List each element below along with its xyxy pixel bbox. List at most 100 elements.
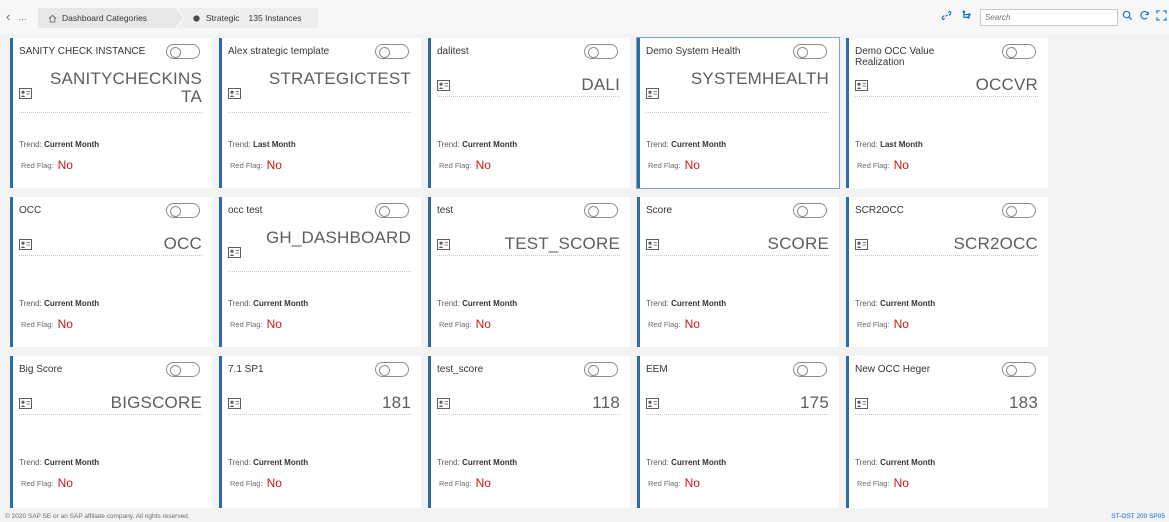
dashboard-tile[interactable]: dalitest DALI Trend: Current Month Red Flag… bbox=[428, 38, 630, 188]
dashboard-tile[interactable]: Demo OCC Value Realization OCCVR Trend: La… bbox=[846, 38, 1048, 188]
toggle-switch[interactable] bbox=[584, 44, 618, 59]
red-flag-text: Red Flag: No bbox=[857, 158, 909, 172]
dashboard-tile[interactable]: SANITY CHECK INSTANCE SANITYCHECKINSTA Tre… bbox=[10, 38, 212, 188]
breadcrumb-label: Dashboard Categories bbox=[62, 13, 148, 23]
red-flag-label: Red Flag: bbox=[648, 479, 681, 488]
dashboard-tile[interactable]: test_score 118 Trend: Current Month Red Fla… bbox=[428, 356, 630, 508]
red-flag-value: No bbox=[893, 158, 909, 172]
red-flag-text: Red Flag: No bbox=[230, 317, 282, 331]
red-flag-text: Red Flag: No bbox=[439, 476, 491, 490]
chevron-left-icon[interactable]: ‹ bbox=[6, 10, 10, 23]
trend-label: Trend: bbox=[855, 458, 878, 467]
divider bbox=[855, 96, 1038, 97]
dashboard-tile[interactable]: Big Score BIGSCORE Trend: Current Month Red… bbox=[10, 356, 212, 508]
kpi-value: 183 bbox=[1009, 393, 1038, 412]
red-flag-label: Red Flag: bbox=[230, 161, 263, 170]
dashboard-tile[interactable]: Demo System Health SYSTEMHEALTH Trend: Cur… bbox=[636, 37, 840, 189]
refresh-icon[interactable] bbox=[1139, 10, 1150, 21]
red-flag-value: No bbox=[57, 158, 73, 172]
red-flag-label: Red Flag: bbox=[21, 161, 54, 170]
red-flag-label: Red Flag: bbox=[857, 479, 890, 488]
red-flag-text: Red Flag: No bbox=[439, 158, 491, 172]
toggle-switch[interactable] bbox=[166, 203, 200, 218]
kpi-value: TEST_SCORE bbox=[504, 234, 620, 253]
hierarchy-icon[interactable] bbox=[962, 10, 973, 21]
contact-card-icon bbox=[855, 239, 868, 250]
trend-text: Trend: Current Month bbox=[646, 140, 726, 149]
trend-text: Trend: Current Month bbox=[437, 458, 517, 467]
kpi-value: 118 bbox=[592, 393, 620, 412]
dashboard-tile[interactable]: New OCC Heger 183 Trend: Current Month Red … bbox=[846, 356, 1048, 508]
trend-value: Current Month bbox=[44, 140, 100, 149]
trend-value: Last Month bbox=[880, 140, 923, 149]
trend-text: Trend: Last Month bbox=[855, 140, 923, 149]
divider bbox=[646, 255, 829, 256]
toggle-switch[interactable] bbox=[375, 362, 409, 377]
search-input[interactable] bbox=[980, 9, 1118, 26]
contact-card-icon bbox=[646, 88, 659, 99]
trend-value: Current Month bbox=[671, 140, 727, 149]
trend-value: Current Month bbox=[671, 458, 727, 467]
fullscreen-icon[interactable] bbox=[1156, 10, 1167, 21]
divider bbox=[437, 96, 620, 97]
kpi-value: OCCVR bbox=[975, 75, 1038, 94]
contact-card-icon bbox=[228, 398, 241, 409]
tile-title: occ test bbox=[228, 205, 263, 216]
toggle-switch[interactable] bbox=[166, 362, 200, 377]
toggle-switch[interactable] bbox=[793, 44, 827, 59]
dashboard-tile[interactable]: 7.1 SP1 181 Trend: Current Month Red Flag: … bbox=[219, 356, 421, 508]
dashboard-tile[interactable]: Alex strategic template STRATEGICTEST Tren… bbox=[219, 38, 421, 188]
divider bbox=[19, 414, 202, 415]
dashboard-tile[interactable]: occ test GH_DASHBOARD Trend: Current Month… bbox=[219, 197, 421, 347]
dashboard-tile[interactable]: test TEST_SCORE Trend: Current Month Red Fl… bbox=[428, 197, 630, 347]
contact-card-icon bbox=[437, 80, 450, 91]
divider bbox=[19, 112, 202, 113]
link-icon[interactable] bbox=[941, 10, 952, 21]
red-flag-text: Red Flag: No bbox=[21, 317, 73, 331]
red-flag-value: No bbox=[684, 317, 700, 331]
dashboard-tile[interactable]: Score SCORE Trend: Current Month Red Flag: … bbox=[637, 197, 839, 347]
kpi-value: STRATEGICTEST bbox=[268, 69, 411, 88]
toggle-switch[interactable] bbox=[375, 44, 409, 59]
breadcrumb-label: Strategic bbox=[206, 13, 240, 23]
contact-card-icon bbox=[19, 88, 32, 99]
trend-text: Trend: Current Month bbox=[855, 299, 935, 308]
search-icon[interactable] bbox=[1122, 10, 1133, 21]
contact-card-icon bbox=[646, 239, 659, 250]
tile-title: Alex strategic template bbox=[228, 46, 330, 57]
red-flag-value: No bbox=[684, 476, 700, 490]
toggle-switch[interactable] bbox=[166, 44, 200, 59]
breadcrumb-dashboard-categories[interactable]: Dashboard Categories bbox=[38, 8, 183, 28]
instance-count: 135 Instances bbox=[248, 13, 302, 23]
contact-card-icon bbox=[855, 80, 868, 91]
toggle-switch[interactable] bbox=[793, 362, 827, 377]
dashboard-tile[interactable]: SCR2OCC SCR2OCC Trend: Current Month Red Fl… bbox=[846, 197, 1048, 347]
divider bbox=[855, 414, 1038, 415]
toggle-switch[interactable] bbox=[584, 362, 618, 377]
trend-text: Trend: Current Month bbox=[646, 299, 726, 308]
toggle-switch[interactable] bbox=[1002, 362, 1036, 377]
tile-title: Score bbox=[646, 205, 673, 216]
red-flag-text: Red Flag: No bbox=[857, 317, 909, 331]
more-icon[interactable]: … bbox=[18, 12, 28, 22]
trend-label: Trend: bbox=[646, 140, 669, 149]
toggle-switch[interactable] bbox=[1002, 203, 1036, 218]
toggle-switch[interactable] bbox=[1002, 44, 1036, 59]
dashboard-tile[interactable]: EEM 175 Trend: Current Month Red Flag: No bbox=[637, 356, 839, 508]
tile-title: Demo System Health bbox=[646, 46, 741, 57]
tile-title: EEM bbox=[646, 364, 668, 375]
contact-card-icon bbox=[228, 247, 241, 258]
dashboard-tile[interactable]: OCC OCC Trend: Current Month Red Flag: No bbox=[10, 197, 212, 347]
trend-text: Trend: Current Month bbox=[228, 299, 308, 308]
red-flag-label: Red Flag: bbox=[439, 161, 472, 170]
divider bbox=[855, 255, 1038, 256]
toggle-switch[interactable] bbox=[375, 203, 409, 218]
contact-card-icon bbox=[228, 88, 241, 99]
red-flag-value: No bbox=[475, 317, 491, 331]
toggle-switch[interactable] bbox=[584, 203, 618, 218]
tile-title: test bbox=[437, 205, 454, 216]
red-flag-value: No bbox=[684, 158, 700, 172]
breadcrumb-strategic[interactable]: Strategic 135 Instances bbox=[178, 8, 318, 28]
toggle-switch[interactable] bbox=[793, 203, 827, 218]
tile-title: 7.1 SP1 bbox=[228, 364, 264, 375]
